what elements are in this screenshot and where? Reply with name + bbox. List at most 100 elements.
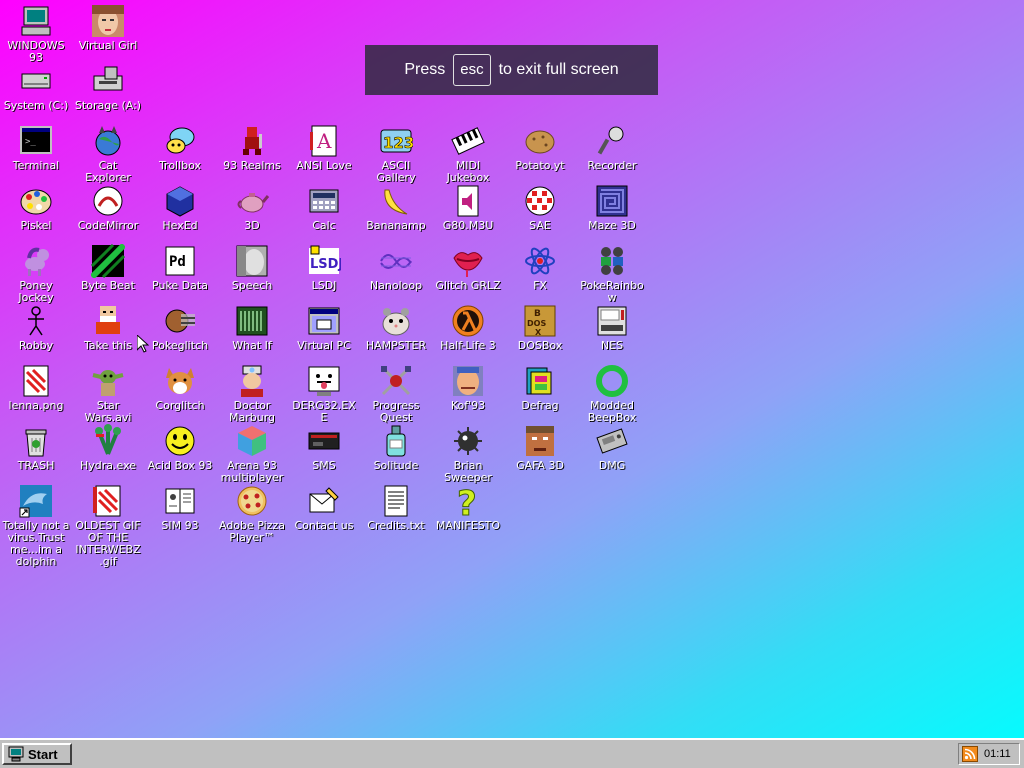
icon-terminal[interactable]: >_ Terminal: [0, 120, 72, 172]
icon-label: Contact us: [294, 519, 354, 532]
icon-acid-box-93[interactable]: Acid Box 93: [144, 420, 216, 472]
icon-trash[interactable]: TRASH: [0, 420, 72, 472]
icon-piskel[interactable]: Piskel: [0, 180, 72, 232]
mouse-cursor-icon: [137, 335, 149, 353]
icon-sae[interactable]: SAE: [504, 180, 576, 232]
icon-cat-explorer[interactable]: Cat Explorer: [72, 120, 144, 184]
icon-doctor-marburg[interactable]: Doctor Marburg: [216, 360, 288, 424]
icon-pokerainbow[interactable]: PokeRainbow: [576, 240, 648, 304]
icon-label: G80.M3U: [442, 219, 494, 232]
icon-byte-beat[interactable]: Byte Beat: [72, 240, 144, 292]
icon-robby[interactable]: Robby: [0, 300, 72, 352]
icon-star-wars-avi[interactable]: Star Wars.avi: [72, 360, 144, 424]
green-ring-icon: [595, 364, 629, 398]
icon-dosbox[interactable]: B DOS X DOSBox: [504, 300, 576, 352]
text-file-icon: [379, 484, 413, 518]
icon-speech[interactable]: Speech: [216, 240, 288, 292]
icon-bananamp[interactable]: Bananamp: [360, 180, 432, 232]
hex-cube-icon: [163, 184, 197, 218]
clock[interactable]: 01:11: [984, 748, 1011, 760]
icon-calc[interactable]: Calc: [288, 180, 360, 232]
icon-recorder[interactable]: Recorder: [576, 120, 648, 172]
icon-defrag[interactable]: Defrag: [504, 360, 576, 412]
icon-label: Storage (A:): [74, 99, 142, 112]
icon-puke-data[interactable]: Pd Puke Data: [144, 240, 216, 292]
icon-93-realms[interactable]: 93 Realms: [216, 120, 288, 172]
icon-gafa-3d[interactable]: GAFA 3D: [504, 420, 576, 472]
icon-kof93[interactable]: Kof'93: [432, 360, 504, 412]
icon-take-this[interactable]: Take this: [72, 300, 144, 352]
icon-credits[interactable]: Credits.txt: [360, 480, 432, 532]
rss-icon[interactable]: [962, 746, 978, 762]
icon-label: Calc: [312, 219, 336, 232]
icon-label: Solitude: [373, 459, 419, 472]
icon-label: MANIFESTO: [435, 519, 501, 532]
icon-poney-jockey[interactable]: Poney Jockey: [0, 240, 72, 304]
icon-label: DMG: [598, 459, 626, 472]
icon-maze-3d[interactable]: Maze 3D: [576, 180, 648, 232]
chat-bubble-icon: [163, 124, 197, 158]
icon-derg32-exe[interactable]: DERG32.EXE: [288, 360, 360, 424]
fullscreen-notice: Press esc to exit full screen: [365, 45, 658, 95]
icon-hexed[interactable]: HexEd: [144, 180, 216, 232]
icon-codemirror[interactable]: CodeMirror: [72, 180, 144, 232]
icon-hampster[interactable]: HAMPSTER: [360, 300, 432, 352]
icon-nanoloop[interactable]: Nanoloop: [360, 240, 432, 292]
icon-nes[interactable]: NES: [576, 300, 648, 352]
icon-ascii-gallery[interactable]: 123 ASCII Gallery: [360, 120, 432, 184]
dosbox-icon: B DOS X: [523, 304, 557, 338]
icon-label: HexEd: [162, 219, 198, 232]
icon-lenna-png[interactable]: lenna.png: [0, 360, 72, 412]
icon-what-if[interactable]: What If: [216, 300, 288, 352]
icon-virtual-girl[interactable]: Virtual Girl: [72, 0, 144, 52]
icon-contact-us[interactable]: Contact us: [288, 480, 360, 532]
svg-text:X: X: [535, 328, 542, 337]
icon-label: 3D: [244, 219, 260, 232]
icon-hydra-exe[interactable]: Hydra.exe: [72, 420, 144, 472]
icon-half-life-3[interactable]: Half-Life 3: [432, 300, 504, 352]
question-mark-icon: ?: [451, 484, 485, 518]
corgi-icon: [163, 364, 197, 398]
icon-dolphin[interactable]: Totally not a virus.Trust me...im a dolp…: [0, 480, 72, 568]
icon-label: Nanoloop: [369, 279, 423, 292]
icon-solitude[interactable]: Solitude: [360, 420, 432, 472]
floppy-drive-icon: [91, 64, 125, 98]
icon-oldest-gif[interactable]: OLDEST GIF OF THE INTERWEBZ.gif: [72, 480, 144, 568]
icon-label: GAFA 3D: [516, 459, 564, 472]
cube-icon: [235, 424, 269, 458]
icon-system-c[interactable]: System (C:): [0, 60, 72, 112]
icon-label: Recorder: [587, 159, 637, 172]
icon-lsdj[interactable]: LSDJ LSDJ: [288, 240, 360, 292]
icon-midi-jukebox[interactable]: MIDI Jukebox: [432, 120, 504, 184]
icon-fx[interactable]: FX: [504, 240, 576, 292]
icon-brian-sweeper[interactable]: Brian Sweeper: [432, 420, 504, 484]
icon-windows93[interactable]: WINDOWS 93: [0, 0, 72, 64]
icon-potato-yt[interactable]: Potato.yt: [504, 120, 576, 172]
icon-sim-93[interactable]: SIM 93: [144, 480, 216, 532]
icon-manifesto[interactable]: ? MANIFESTO: [432, 480, 504, 532]
icon-label: LSDJ: [311, 279, 337, 292]
icon-arena-93[interactable]: Arena 93 multiplayer: [216, 420, 288, 484]
icon-virtual-pc[interactable]: Virtual PC: [288, 300, 360, 352]
icon-progress-quest[interactable]: Progress Quest: [360, 360, 432, 424]
potato-icon: [523, 124, 557, 158]
icon-g80-m3u[interactable]: G80.M3U: [432, 180, 504, 232]
icon-modded-beepbox[interactable]: Modded BeepBox: [576, 360, 648, 424]
icon-3d[interactable]: 3D: [216, 180, 288, 232]
icon-sms[interactable]: SMS: [288, 420, 360, 472]
tongue-monitor-icon: [307, 364, 341, 398]
icon-ansi-love[interactable]: A ANSI Love: [288, 120, 360, 172]
icon-label: Pokeglitch: [151, 339, 209, 352]
icon-adobe-pizza[interactable]: Adobe Pizza Player™: [216, 480, 288, 544]
icon-pokeglitch[interactable]: Pokeglitch: [144, 300, 216, 352]
icon-trollbox[interactable]: Trollbox: [144, 120, 216, 172]
svg-text:>_: >_: [25, 137, 36, 147]
icon-label: SIM 93: [161, 519, 199, 532]
lips-icon: [451, 244, 485, 278]
icon-corglitch[interactable]: Corglitch: [144, 360, 216, 412]
bottle-icon: [379, 424, 413, 458]
start-button[interactable]: Start: [2, 743, 72, 765]
icon-glitch-grlz[interactable]: Glitch GRLZ: [432, 240, 504, 292]
icon-dmg[interactable]: DMG: [576, 420, 648, 472]
icon-storage-a[interactable]: Storage (A:): [72, 60, 144, 112]
